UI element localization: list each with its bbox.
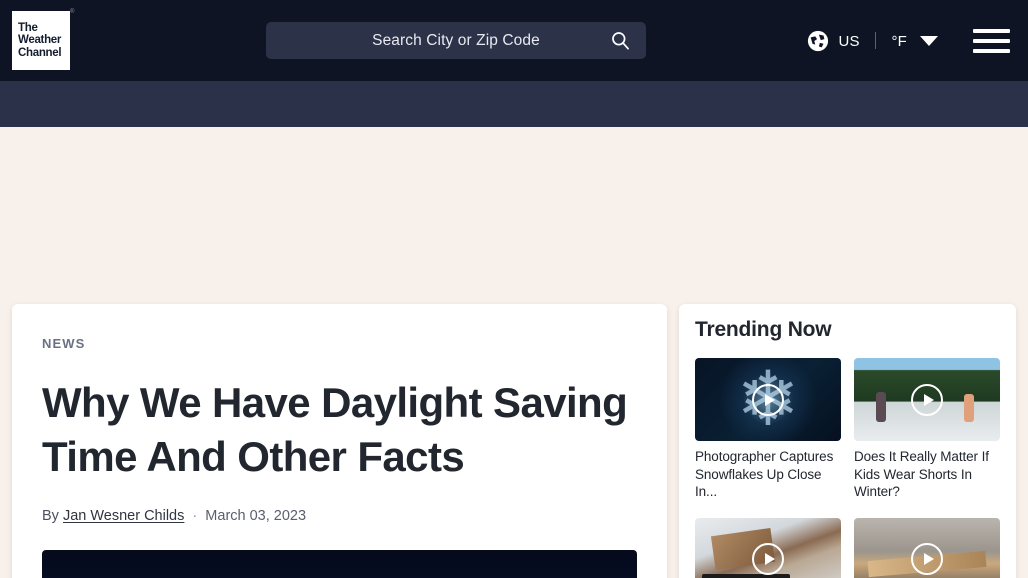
trending-item-label-0: Photographer Captures Snowflakes Up Clos… [695, 449, 834, 499]
hamburger-line-3 [973, 48, 1010, 53]
trending-item-label-1: Does It Really Matter If Kids Wear Short… [854, 449, 989, 499]
secondary-nav-bar [0, 81, 1028, 127]
chevron-down-icon[interactable] [920, 35, 938, 46]
logo-line-2: Weather [18, 34, 62, 47]
next-section-peek [702, 574, 790, 578]
logo-line-3: Channel [18, 46, 62, 59]
page-title: Why We Have Daylight Saving Time And Oth… [42, 379, 628, 480]
trending-item-3[interactable]: EF2 Tornado Hits Bradford, Tennessee, Du… [854, 517, 1000, 578]
trending-now-title: Trending Now [695, 318, 832, 341]
play-icon[interactable] [911, 543, 943, 575]
play-icon[interactable] [752, 543, 784, 575]
trending-thumbnail-0[interactable] [695, 358, 841, 441]
search-placeholder: Search City or Zip Code [372, 31, 540, 49]
article-kicker[interactable]: NEWS [42, 336, 637, 351]
author-link[interactable]: Jan Wesner Childs [63, 508, 184, 524]
trademark-symbol: ® [70, 9, 75, 15]
trending-now-card: Trending Now Photographer Captures Snowf… [679, 304, 1016, 578]
trending-item-0[interactable]: Photographer Captures Snowflakes Up Clos… [695, 358, 841, 501]
article-byline: By Jan Wesner Childs · March 03, 2023 [42, 508, 637, 524]
byline-separator: · [192, 508, 198, 524]
search-icon[interactable] [611, 31, 630, 50]
nav-divider [875, 31, 877, 49]
page-content: NEWS Why We Have Daylight Saving Time An… [0, 127, 1028, 578]
search-input[interactable]: Search City or Zip Code [266, 22, 646, 59]
top-navigation-bar: The Weather Channel ® Search City or Zip… [0, 0, 1028, 81]
logo-line-1: The [18, 21, 38, 34]
trending-thumbnail-2[interactable] [695, 517, 841, 578]
trending-thumbnail-1[interactable] [854, 358, 1000, 441]
globe-icon[interactable] [807, 30, 829, 52]
region-selector[interactable]: US °F [838, 31, 907, 50]
region-label: US [838, 32, 860, 50]
trending-thumbnail-3[interactable] [854, 517, 1000, 578]
article-card: NEWS Why We Have Daylight Saving Time An… [12, 304, 667, 578]
unit-label: °F [891, 32, 907, 50]
publish-date: March 03, 2023 [205, 508, 307, 524]
article-hero-image [42, 550, 637, 578]
nav-right-group: US °F [807, 0, 1010, 81]
trending-item-2[interactable]: Building Crumbles Under Heavy Snow In Ma… [695, 517, 841, 578]
byline-prefix: By [42, 508, 59, 524]
trending-item-1[interactable]: Does It Really Matter If Kids Wear Short… [854, 358, 1000, 501]
hamburger-line-1 [973, 28, 1010, 33]
play-icon[interactable] [752, 383, 784, 416]
weather-channel-logo[interactable]: The Weather Channel [12, 11, 70, 70]
play-icon[interactable] [911, 383, 943, 416]
trending-grid: Photographer Captures Snowflakes Up Clos… [695, 358, 1000, 578]
hamburger-menu-icon[interactable] [973, 28, 1010, 53]
hamburger-line-2 [973, 38, 1010, 43]
